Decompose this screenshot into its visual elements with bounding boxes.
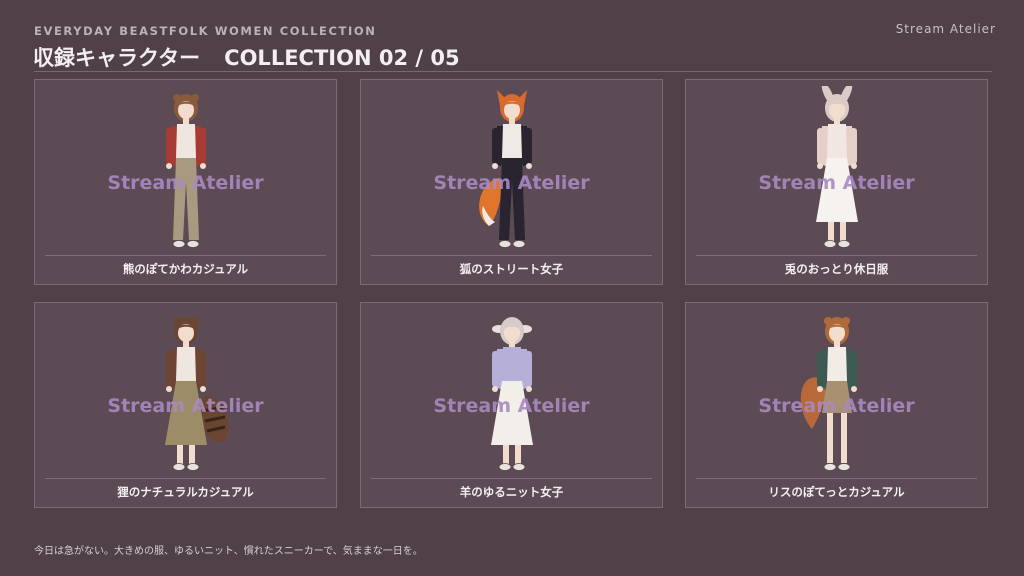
arm-right <box>849 128 857 164</box>
shoe-right <box>837 240 850 248</box>
hand-left <box>816 163 823 169</box>
card-divider <box>371 478 652 479</box>
collection-eyebrow: EVERYDAY BEASTFOLK WOMEN COLLECTION <box>34 24 377 38</box>
character-card-tanuki[interactable]: Stream Atelier 狸のナチュラルカジュアル <box>34 302 337 508</box>
shoe-left <box>172 240 185 248</box>
leg-right <box>514 445 521 465</box>
footer-tagline: 今日は急がない。大きめの服、ゆるいニット、慣れたスニーカーで、気ままな一日を。 <box>34 546 423 557</box>
neck-shape <box>508 341 515 347</box>
hand-left <box>816 386 823 392</box>
hand-left <box>491 163 498 169</box>
shoe-right <box>186 240 199 248</box>
card-caption: 羊のゆるニット女子 <box>459 485 564 499</box>
shoe-right <box>512 240 525 248</box>
header-divider <box>34 71 992 72</box>
top-shape <box>826 124 847 158</box>
shoe-right <box>837 463 850 471</box>
character-illustration <box>478 90 532 248</box>
top-shape <box>501 347 522 381</box>
pants-shape <box>172 158 199 240</box>
card-caption: 狸のナチュラルカジュアル <box>117 485 254 499</box>
arm-left <box>165 128 173 164</box>
card-caption: 兎のおっとり休日服 <box>784 262 889 276</box>
hand-left <box>165 163 172 169</box>
hand-right <box>199 386 206 392</box>
shoe-left <box>498 240 511 248</box>
character-illustration <box>164 317 229 471</box>
shoe-left <box>172 463 185 471</box>
page-title: 収録キャラクター COLLECTION 02 / 05 <box>33 42 460 72</box>
arm-left <box>816 128 824 164</box>
character-illustration <box>165 94 206 248</box>
card-divider <box>371 255 652 256</box>
character-illustration <box>490 317 533 471</box>
character-card-bear[interactable]: Stream Atelier 熊のぽてかわカジュアル <box>34 79 337 285</box>
card-caption: 狐のストリート女子 <box>459 262 564 276</box>
neck-shape <box>833 118 840 124</box>
title-collection-number: COLLECTION 02 / 05 <box>224 46 460 70</box>
arm-left <box>491 128 499 164</box>
brand-name: Stream Atelier <box>895 22 996 36</box>
shoe-left <box>498 463 511 471</box>
arm-left <box>816 351 824 387</box>
neck-shape <box>833 341 840 347</box>
top-shape <box>826 347 847 381</box>
character-card-sheep[interactable]: Stream Atelier 羊のゆるニット女子 <box>360 302 663 508</box>
card-divider <box>696 255 977 256</box>
leg-left <box>827 222 834 242</box>
top-shape <box>175 347 196 381</box>
neck-shape <box>508 118 515 124</box>
arm-right <box>524 351 532 387</box>
arm-right <box>198 128 206 164</box>
arm-right <box>524 128 532 164</box>
shoe-left <box>823 463 836 471</box>
card-divider <box>45 478 326 479</box>
character-illustration <box>800 317 857 471</box>
hand-right <box>850 386 857 392</box>
leg-left <box>502 445 509 465</box>
card-divider <box>45 255 326 256</box>
hand-right <box>199 163 206 169</box>
shoe-left <box>823 240 836 248</box>
character-illustration <box>815 86 858 248</box>
arm-left <box>491 351 499 387</box>
hand-right <box>850 163 857 169</box>
leg-left <box>826 413 833 463</box>
leg-left <box>176 445 183 465</box>
character-card-fox[interactable]: Stream Atelier 狐のストリート女子 <box>360 79 663 285</box>
hand-right <box>525 386 532 392</box>
title-japanese: 収録キャラクター <box>33 46 201 70</box>
leg-right <box>188 445 195 465</box>
top-shape <box>175 124 196 158</box>
arm-left <box>165 351 173 387</box>
card-caption: リスのぽてっとカジュアル <box>768 485 905 499</box>
arm-right <box>849 351 857 387</box>
hand-left <box>491 386 498 392</box>
pants-shape <box>498 158 525 240</box>
arm-right <box>198 351 206 387</box>
shoe-right <box>512 463 525 471</box>
top-shape <box>501 124 522 158</box>
neck-shape <box>182 118 189 124</box>
tail-shape <box>478 178 503 226</box>
card-divider <box>696 478 977 479</box>
neck-shape <box>182 341 189 347</box>
character-card-squirrel[interactable]: Stream Atelier リスのぽてっとカジュアル <box>685 302 988 508</box>
leg-right <box>840 413 847 463</box>
leg-right <box>839 222 846 242</box>
hand-right <box>525 163 532 169</box>
shoe-right <box>186 463 199 471</box>
character-card-rabbit[interactable]: Stream Atelier 兎のおっとり休日服 <box>685 79 988 285</box>
hand-left <box>165 386 172 392</box>
card-caption: 熊のぽてかわカジュアル <box>122 262 249 276</box>
shorts-shape <box>821 381 852 413</box>
